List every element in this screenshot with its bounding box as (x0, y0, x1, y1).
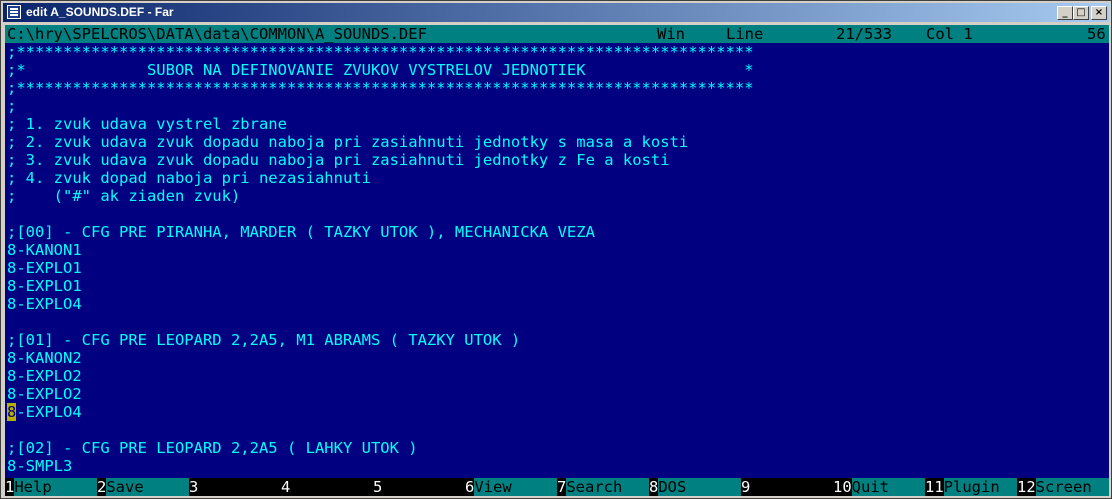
editor-line[interactable]: ;[00] - CFG PRE PIRANHA, MARDER ( TAZKY … (7, 223, 595, 241)
editor-line[interactable]: 8-KANON2 (7, 349, 82, 367)
minimize-button[interactable]: _ (1057, 6, 1073, 20)
editor-line[interactable]: 8-EXPLO4 (7, 295, 82, 313)
fkey-number: 4 (281, 478, 291, 496)
editor-line[interactable]: ; ("#" ak ziaden zvuk) (7, 187, 240, 205)
fkey-number: 12 (1017, 478, 1036, 496)
fkey-number: 3 (189, 478, 199, 496)
fkey-7[interactable]: 7Search (557, 478, 650, 496)
text-cursor: 8 (7, 403, 17, 421)
fkey-number: 5 (373, 478, 383, 496)
fkey-3[interactable]: 3 (189, 478, 281, 496)
fkey-number: 7 (557, 478, 567, 496)
editor-line[interactable]: 8-EXPLO2 (7, 385, 82, 403)
title-bar[interactable]: edit A_SOUNDS.DEF - Far _ □ × (3, 3, 1109, 22)
fkey-2[interactable]: 2Save (97, 478, 190, 496)
file-path: C:\hry\SPELCROS\DATA\data\COMMON\A_SOUND… (7, 25, 427, 43)
char-code: 56 (1087, 25, 1106, 43)
fkey-label: Search (566, 478, 650, 496)
editor-line[interactable]: ;[01] - CFG PRE LEOPARD 2,2A5, M1 ABRAMS… (7, 331, 520, 349)
window-title: edit A_SOUNDS.DEF - Far (26, 5, 174, 19)
fkey-label: Plugin (943, 478, 1018, 496)
editor-line[interactable]: ;***************************************… (7, 43, 754, 61)
fkey-number: 2 (97, 478, 107, 496)
fkey-11[interactable]: 11Plugin (925, 478, 1018, 496)
editor-status-bar: C:\hry\SPELCROS\DATA\data\COMMON\A_SOUND… (5, 25, 1109, 43)
editor-line[interactable]: ; (7, 97, 16, 115)
maximize-button[interactable]: □ (1073, 6, 1089, 20)
editor-line[interactable]: ;* SUBOR NA DEFINOVANIE ZVUKOV VYSTRELOV… (7, 61, 754, 79)
editor-line[interactable]: 8-KANON1 (7, 241, 82, 259)
fkey-number: 8 (649, 478, 659, 496)
fkey-8[interactable]: 8DOS (649, 478, 742, 496)
encoding-indicator[interactable]: Win (657, 25, 685, 43)
editor-client-area: C:\hry\SPELCROS\DATA\data\COMMON\A_SOUND… (5, 25, 1109, 496)
fkey-label: Screen (1035, 478, 1109, 496)
editor-line[interactable]: 8-EXPLO4 (7, 403, 82, 421)
fkey-number: 10 (833, 478, 852, 496)
editor-line[interactable]: ; 4. zvuk dopad naboja pri nezasiahnuti (7, 169, 371, 187)
editor-line[interactable]: 8-EXPLO2 (7, 367, 82, 385)
fkey-4[interactable]: 4 (281, 478, 373, 496)
fkey-label: Help (14, 478, 98, 496)
fkey-label: DOS (658, 478, 742, 496)
fkey-label: View (474, 478, 558, 496)
column-position: Col 1 (926, 25, 973, 43)
editor-line[interactable]: 8-EXPLO1 (7, 259, 82, 277)
fkey-label: Quit (851, 478, 926, 496)
fkey-10[interactable]: 10Quit (833, 478, 926, 496)
editor-line[interactable]: 8-EXPLO1 (7, 277, 82, 295)
far-app-icon[interactable] (7, 5, 21, 19)
close-button[interactable]: × (1091, 6, 1107, 20)
fkey-9[interactable]: 9 (741, 478, 833, 496)
editor-line[interactable]: ; 2. zvuk udava zvuk dopadu naboja pri z… (7, 133, 688, 151)
editor-line[interactable]: ; 1. zvuk udava vystrel zbrane (7, 115, 287, 133)
fkey-1[interactable]: 1Help (5, 478, 98, 496)
fkey-number: 6 (465, 478, 475, 496)
editor-line[interactable]: ; 3. zvuk udava zvuk dopadu naboja pri z… (7, 151, 670, 169)
fkey-number: 1 (5, 478, 15, 496)
editor-line[interactable]: ;***************************************… (7, 79, 754, 97)
fkey-number: 11 (925, 478, 944, 496)
fkey-6[interactable]: 6View (465, 478, 558, 496)
text-editor[interactable]: ;***************************************… (5, 43, 1109, 478)
fkey-12[interactable]: 12Screen (1017, 478, 1109, 496)
far-window: edit A_SOUNDS.DEF - Far _ □ × C:\hry\SPE… (0, 0, 1112, 499)
function-key-bar: 1Help 2Save 3 4 5 6View 7Search 8DOS 9 10Quit 11Pl… (5, 478, 1109, 496)
editor-line[interactable]: ;[02] - CFG PRE LEOPARD 2,2A5 ( LAHKY UT… (7, 439, 418, 457)
line-label: Line (726, 25, 764, 43)
editor-line[interactable]: 8-SMPL3 (7, 457, 72, 475)
line-position: 21/533 (836, 25, 892, 43)
fkey-number: 9 (741, 478, 751, 496)
fkey-label: Save (106, 478, 190, 496)
fkey-5[interactable]: 5 (373, 478, 465, 496)
